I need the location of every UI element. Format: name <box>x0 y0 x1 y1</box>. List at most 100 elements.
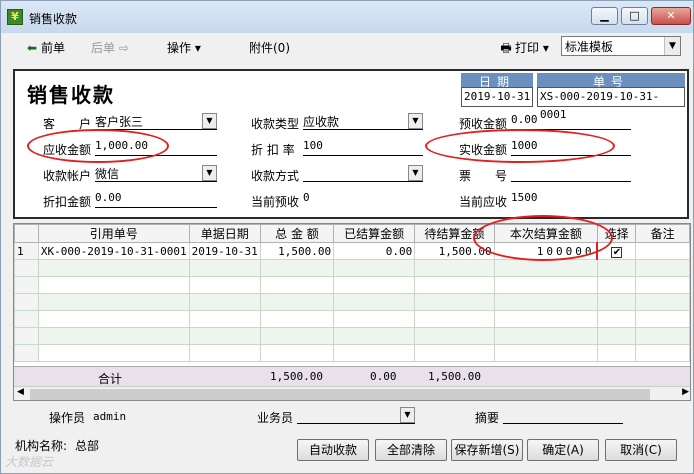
receipt-type-label: 收款类型 <box>251 117 300 131</box>
save-new-button[interactable]: 保存新增(S) <box>451 439 523 461</box>
row-index: 1 <box>14 242 39 260</box>
col-note[interactable]: 备注 <box>635 224 690 243</box>
col-settled[interactable]: 已结算金额 <box>333 224 416 243</box>
horizontal-scrollbar[interactable]: ◀ ▶ <box>14 386 690 400</box>
minimize-button[interactable]: ▁ <box>591 7 618 25</box>
chevron-down-icon: ▼ <box>408 113 423 129</box>
scroll-right-icon[interactable]: ▶ <box>682 387 689 397</box>
org-value: 总部 <box>75 439 100 453</box>
method-label: 收款方式 <box>251 169 300 183</box>
current-receivable-label: 当前应收 <box>459 195 508 209</box>
method-select[interactable]: ▼ <box>303 165 423 182</box>
chevron-down-icon: ▼ <box>202 165 217 181</box>
sum-label: 合计 <box>98 372 123 386</box>
chevron-down-icon: ▼ <box>202 113 217 129</box>
highlight-actual <box>425 129 615 163</box>
app-window: ¥ 销售收款 ▁ □ ✕ ⬅ 前单 后单 ⇨ 操作 ▾ 附件(0) 🖶 打印 ▾ 标准… <box>0 0 694 474</box>
table-row[interactable] <box>14 276 690 294</box>
close-button[interactable]: ✕ <box>651 7 691 25</box>
sum-pending: 1,500.00 <box>428 370 481 383</box>
form-title: 销售收款 <box>27 83 115 107</box>
discount-amount-field[interactable]: 0.00 <box>95 191 217 208</box>
caret-down-icon: ▾ <box>194 41 201 55</box>
chevron-down-icon: ▼ <box>400 407 415 423</box>
prev-button[interactable]: ⬅ 前单 <box>23 39 65 56</box>
receipt-type-value: 应收款 <box>303 115 340 129</box>
clear-all-button[interactable]: 全部清除 <box>375 439 447 461</box>
print-label: 打印 <box>515 41 540 55</box>
col-ref-number[interactable]: 引用单号 <box>37 224 190 243</box>
ops-label: 操作 <box>167 41 192 55</box>
auto-receipt-button[interactable]: 自动收款 <box>297 439 369 461</box>
table-row[interactable] <box>14 344 690 362</box>
next-label: 后单 <box>91 41 116 55</box>
table-row[interactable] <box>14 310 690 328</box>
print-button[interactable]: 🖶 打印 ▾ <box>497 39 549 60</box>
highlight-receivable <box>27 129 169 163</box>
arrow-right-icon: ⇨ <box>118 41 130 55</box>
current-prepay-label: 当前预收 <box>251 195 300 209</box>
summary-field[interactable] <box>503 407 623 424</box>
cancel-button[interactable]: 取消(C) <box>605 439 677 461</box>
account-label: 收款帐户 <box>43 169 92 183</box>
settled-cell[interactable]: 0.00 <box>333 242 416 260</box>
org-label: 机构名称: <box>15 439 68 453</box>
template-select[interactable]: 标准模板 ▼ <box>561 36 681 56</box>
attachments-button[interactable]: 附件(0) <box>249 39 290 56</box>
row-number-header <box>14 224 39 243</box>
highlight-current-settlement <box>473 215 613 261</box>
table-row[interactable] <box>14 259 690 277</box>
scrollbar-thumb[interactable] <box>30 389 650 400</box>
date-value[interactable]: 2019-10-31 <box>461 87 533 107</box>
total-cell[interactable]: 1,500.00 <box>259 242 335 260</box>
prev-label: 前单 <box>41 41 66 55</box>
ticket-label: 票 号 <box>459 169 508 183</box>
chevron-down-icon: ▼ <box>408 165 423 181</box>
app-icon: ¥ <box>7 9 23 25</box>
printer-icon: 🖶 <box>500 41 512 55</box>
checkbox-checked[interactable]: ✔ <box>611 246 623 258</box>
discount-amount-label: 折扣金额 <box>43 195 92 209</box>
current-receivable-value: 1500 <box>511 191 538 204</box>
current-prepay-value: 0 <box>303 191 310 204</box>
sum-total: 1,500.00 <box>270 370 323 383</box>
window-title: 销售收款 <box>29 12 78 26</box>
customer-select[interactable]: 客户张三 ▼ <box>95 113 217 130</box>
ticket-field[interactable] <box>511 165 631 182</box>
operator-label: 操作员 <box>49 411 86 425</box>
discount-rate-field[interactable]: 100 <box>303 139 423 156</box>
col-doc-date[interactable]: 单据日期 <box>188 224 261 243</box>
template-value: 标准模板 <box>565 40 614 54</box>
caret-down-icon: ▾ <box>542 41 549 55</box>
title-bar: ¥ 销售收款 ▁ □ ✕ <box>1 1 693 33</box>
customer-value: 客户张三 <box>95 115 144 129</box>
chevron-down-icon: ▼ <box>664 37 680 55</box>
sum-settled: 0.00 <box>370 370 397 383</box>
sum-row: 合计 1,500.00 0.00 1,500.00 <box>14 366 690 386</box>
toolbar: ⬅ 前单 后单 ⇨ 操作 ▾ 附件(0) 🖶 打印 ▾ 标准模板 ▼ <box>5 33 691 61</box>
ok-button[interactable]: 确定(A) <box>527 439 599 461</box>
note-cell[interactable] <box>635 242 690 260</box>
account-value: 微信 <box>95 167 120 181</box>
account-select[interactable]: 微信 ▼ <box>95 165 217 182</box>
discount-rate-label: 折 扣 率 <box>251 143 295 157</box>
salesman-select[interactable]: ▼ <box>297 407 415 424</box>
col-total[interactable]: 总 金 额 <box>259 224 335 243</box>
watermark: 大数据云 <box>5 455 54 469</box>
date-cell[interactable]: 2019-10-31 <box>188 242 261 260</box>
prepay-field[interactable]: 0.00 <box>511 113 631 130</box>
arrow-left-icon: ⬅ <box>26 41 38 55</box>
operations-menu[interactable]: 操作 ▾ <box>167 39 201 56</box>
salesman-label: 业务员 <box>257 411 294 425</box>
operator-value: admin <box>93 410 127 423</box>
scroll-left-icon[interactable]: ◀ <box>17 387 24 397</box>
maximize-button[interactable]: □ <box>621 7 648 25</box>
form-panel: 销售收款 日期 2019-10-31 单号 XS-000-2019-10-31-… <box>13 69 689 219</box>
ref-cell[interactable]: XK-000-2019-10-31-0001 <box>37 242 190 260</box>
table-row[interactable] <box>14 327 690 345</box>
number-value[interactable]: XS-000-2019-10-31-0001 <box>537 87 685 121</box>
receipt-type-select[interactable]: 应收款 ▼ <box>303 113 423 130</box>
table-row[interactable] <box>14 293 690 311</box>
next-button[interactable]: 后单 ⇨ <box>91 39 133 56</box>
summary-label: 摘要 <box>475 411 500 425</box>
